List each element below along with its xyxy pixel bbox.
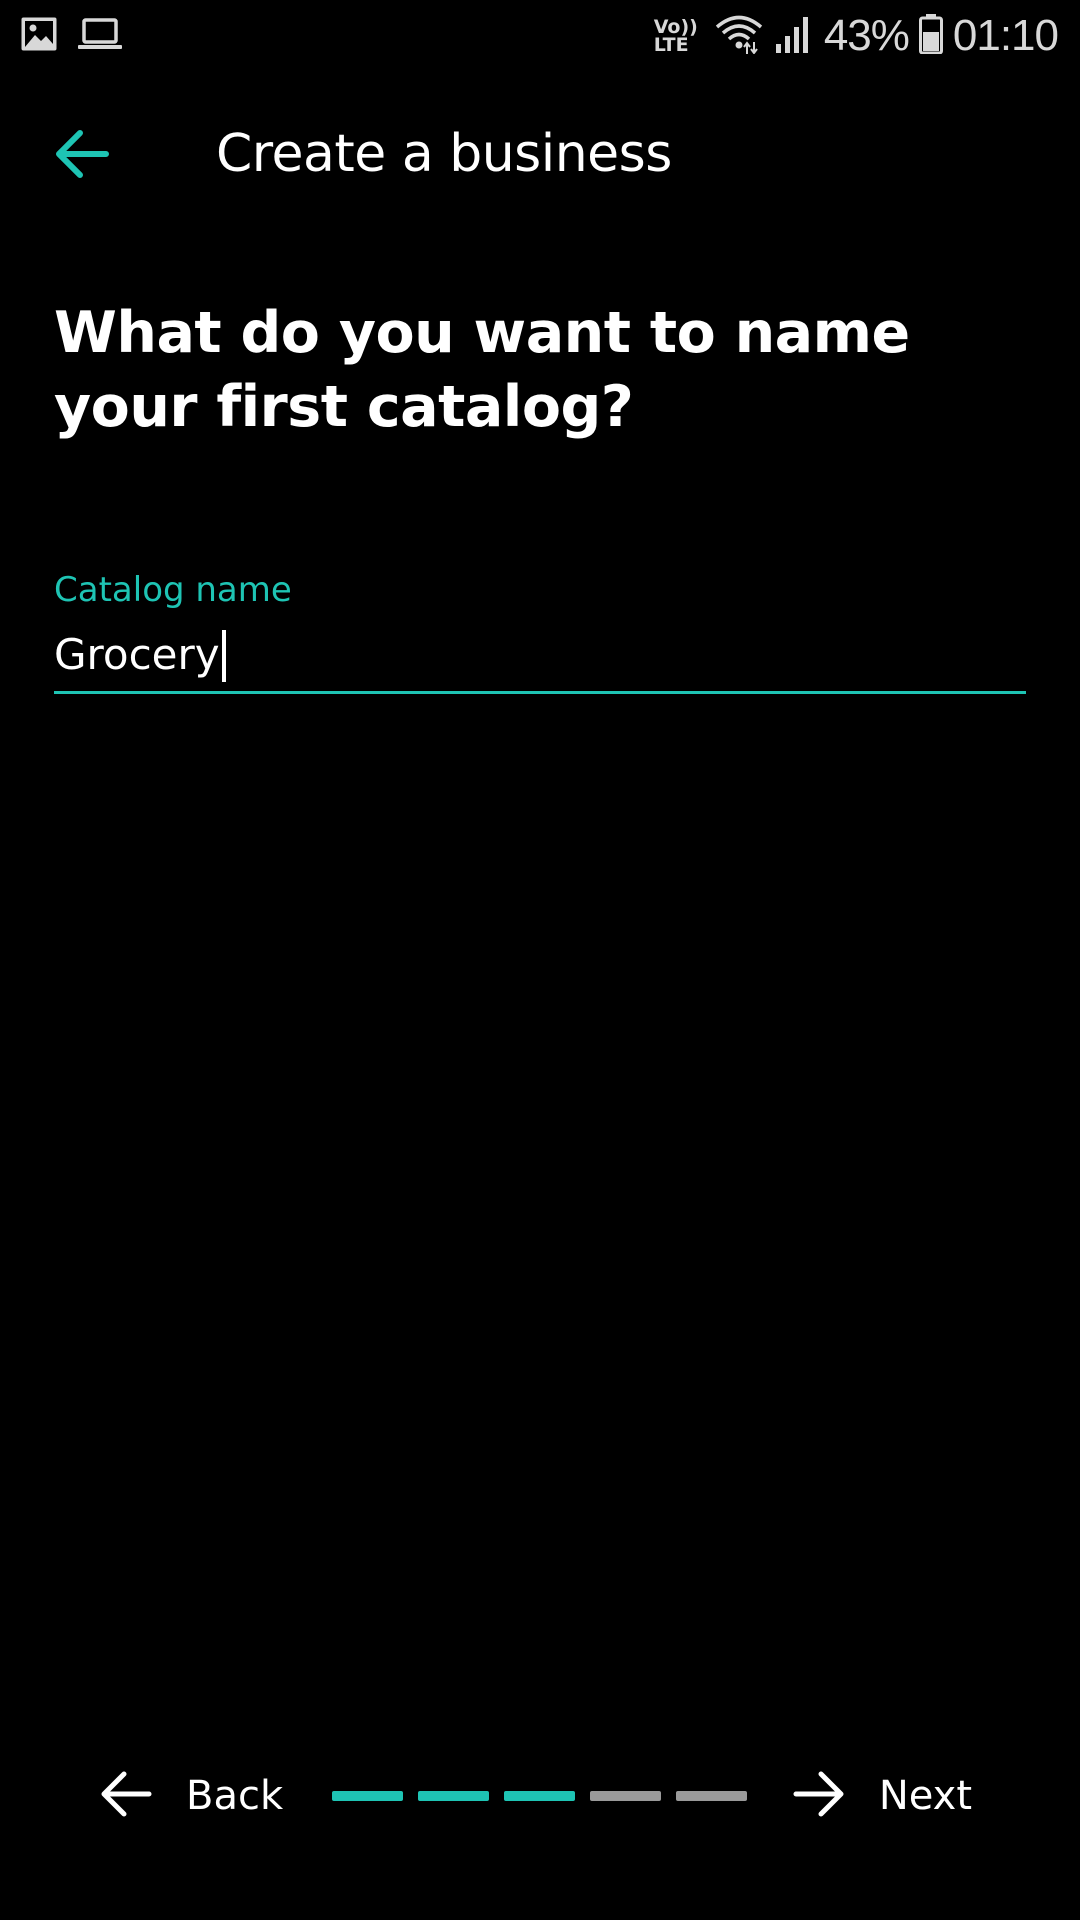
page-title: Create a business [216, 124, 672, 184]
question-heading: What do you want to name your first cata… [54, 300, 910, 440]
app-bar: Create a business [0, 100, 1080, 212]
next-nav-button[interactable]: Next [793, 1758, 972, 1834]
back-button[interactable] [44, 122, 120, 190]
status-bar-left [20, 16, 122, 56]
back-nav-label: Back [186, 1773, 284, 1819]
back-nav-button[interactable]: Back [100, 1758, 283, 1834]
text-cursor [221, 630, 226, 682]
volte-indicator: Vo)) LTE [653, 18, 698, 56]
image-icon [20, 16, 58, 56]
wifi-icon [714, 14, 764, 58]
progress-step-complete [418, 1791, 489, 1801]
arrow-left-icon [54, 129, 110, 183]
arrow-right-icon [793, 1770, 845, 1822]
volte-bottom-label: LTE [653, 34, 689, 56]
screen: Vo)) LTE 43% 01:10 Create a business Wha… [0, 0, 1080, 1920]
status-bar: Vo)) LTE 43% 01:10 [0, 0, 1080, 72]
catalog-name-input-wrapper [54, 624, 1026, 694]
progress-step-complete [504, 1791, 575, 1801]
clock: 01:10 [952, 11, 1059, 60]
battery-icon [918, 14, 943, 58]
bottom-navigation: Back Next [0, 1758, 1080, 1834]
signal-icon [774, 14, 814, 58]
step-progress [332, 1791, 748, 1801]
laptop-icon [78, 18, 122, 54]
battery-percent: 43% [823, 11, 910, 60]
progress-step-pending [590, 1791, 661, 1801]
progress-step-pending [676, 1791, 747, 1801]
catalog-name-input[interactable] [54, 624, 1026, 684]
arrow-left-icon [100, 1770, 152, 1822]
catalog-name-field: Catalog name [54, 566, 1026, 694]
next-nav-label: Next [878, 1773, 972, 1819]
progress-step-complete [332, 1791, 403, 1801]
catalog-name-label: Catalog name [54, 570, 292, 610]
status-bar-right: Vo)) LTE 43% 01:10 [653, 11, 1059, 61]
